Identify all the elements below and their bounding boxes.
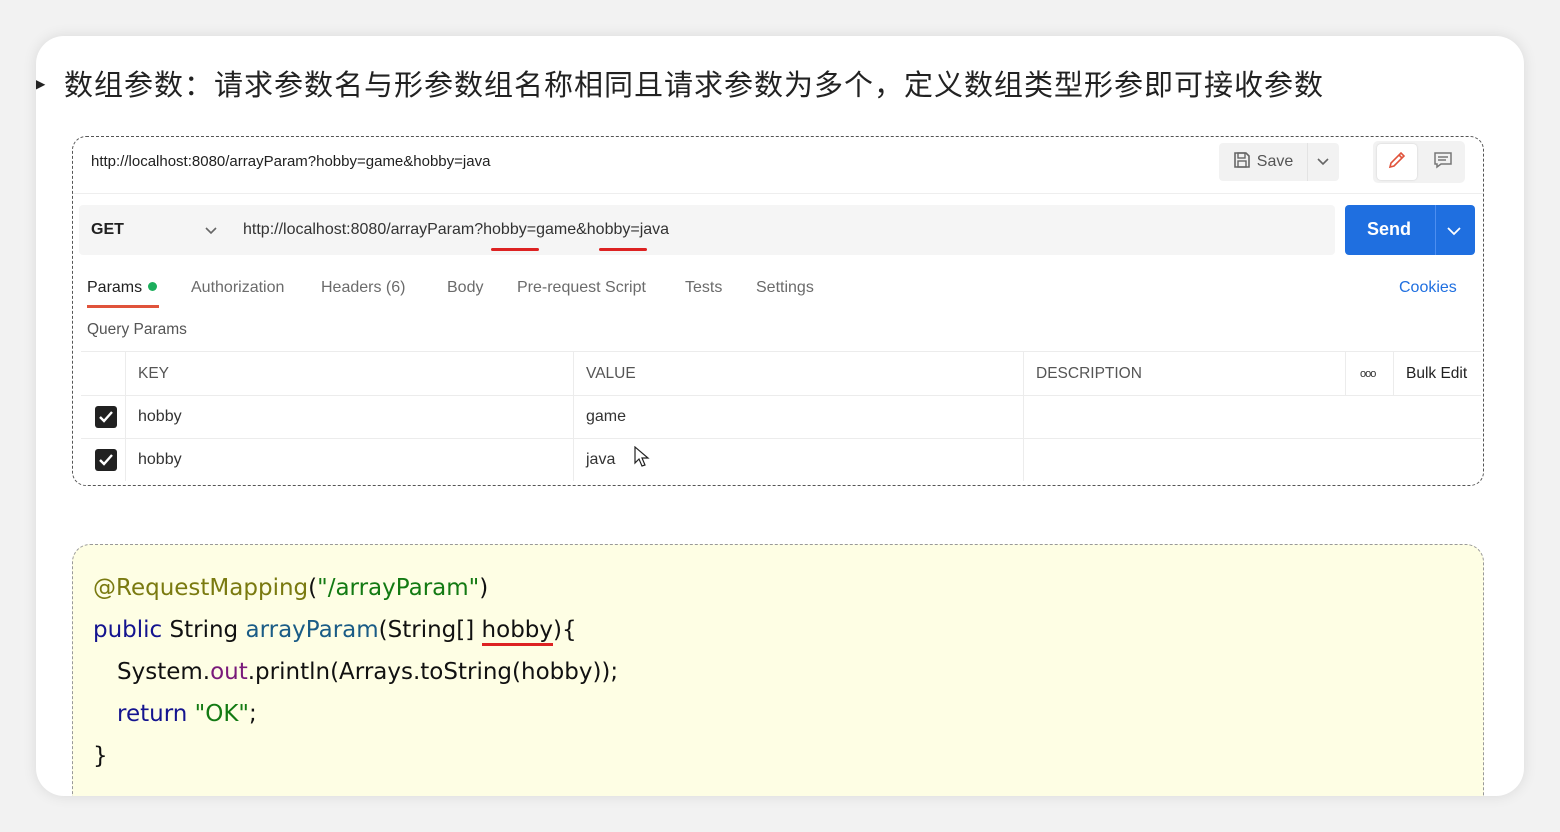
postman-panel: http://localhost:8080/arrayParam?hobby=g… — [72, 136, 1484, 486]
tab-headers[interactable]: Headers (6) — [321, 279, 405, 297]
table-row: hobby game — [81, 395, 1481, 439]
code-keyword: return — [117, 701, 188, 727]
save-options-button[interactable] — [1307, 143, 1339, 181]
code-paren: ( — [308, 575, 318, 601]
row-value: game — [586, 408, 627, 425]
more-horizontal-icon: ooo — [1360, 368, 1376, 380]
code-paren: ) — [479, 575, 489, 601]
url-param-underline — [599, 248, 647, 251]
header-key-label: KEY — [138, 365, 170, 382]
code-args: (String[] — [378, 617, 482, 643]
code-method-name: arrayParam — [245, 617, 379, 643]
send-button[interactable]: Send — [1345, 205, 1475, 255]
tab-params[interactable]: Params — [87, 279, 159, 308]
tab-params-label: Params — [87, 279, 143, 296]
row-value-cell[interactable]: java — [573, 438, 1024, 481]
method-label: GET — [91, 221, 124, 238]
url-text: http://localhost:8080/arrayParam?hobby=g… — [243, 221, 670, 238]
code-line: public String arrayParam(String[] hobby)… — [93, 617, 577, 646]
url-param-underline — [491, 248, 539, 251]
pencil-icon — [1387, 150, 1407, 175]
code-param-name: hobby — [481, 617, 554, 646]
row-value: java — [586, 451, 616, 468]
tab-settings[interactable]: Settings — [756, 279, 814, 297]
code-string: "/arrayParam" — [317, 575, 480, 601]
row-checkbox[interactable] — [95, 449, 117, 471]
code-block: @RequestMapping("/arrayParam") public St… — [72, 544, 1484, 796]
header-description-label: DESCRIPTION — [1036, 365, 1142, 382]
comments-button[interactable] — [1423, 144, 1463, 180]
url-input[interactable]: http://localhost:8080/arrayParam?hobby=g… — [227, 205, 1335, 255]
send-divider — [1435, 205, 1436, 255]
tab-pre-request-script[interactable]: Pre-request Script — [517, 279, 646, 297]
tab-authorization[interactable]: Authorization — [191, 279, 284, 297]
edit-button[interactable] — [1377, 144, 1417, 180]
row-key-cell[interactable]: hobby — [125, 438, 574, 481]
method-select[interactable]: GET — [79, 205, 228, 255]
save-label: Save — [1256, 153, 1294, 170]
chevron-down-icon — [205, 222, 217, 240]
query-params-label: Query Params — [87, 321, 187, 338]
row-description-cell[interactable] — [1023, 395, 1482, 438]
params-active-dot — [148, 282, 158, 291]
tab-body[interactable]: Body — [447, 279, 483, 297]
slide-heading: 数组参数：请求参数名与形参数组名称相同且请求参数为多个，定义数组类型形参即可接收… — [64, 68, 1325, 102]
row-key-cell[interactable]: hobby — [125, 395, 574, 438]
send-label: Send — [1367, 219, 1412, 239]
code-keyword: public — [93, 617, 163, 643]
bulk-edit-button[interactable]: Bulk Edit — [1393, 352, 1482, 395]
comment-icon — [1433, 150, 1453, 175]
code-line: return "OK"; — [117, 701, 257, 727]
code-type: String — [162, 617, 246, 643]
header-key: KEY — [125, 352, 574, 395]
code-field: out — [210, 659, 248, 685]
chevron-down-icon — [1317, 153, 1329, 171]
checkmark-icon — [99, 411, 113, 423]
row-key: hobby — [138, 451, 182, 468]
row-check-cell — [81, 438, 125, 481]
table-header-row: KEY VALUE DESCRIPTION ooo Bulk Edit — [81, 352, 1481, 396]
code-string: "OK" — [187, 701, 249, 727]
header-value-label: VALUE — [586, 365, 636, 382]
save-group: Save — [1219, 143, 1339, 181]
row-checkbox[interactable] — [95, 406, 117, 428]
bulk-edit-label: Bulk Edit — [1406, 365, 1468, 382]
save-button[interactable]: Save — [1219, 143, 1308, 181]
header-description: DESCRIPTION — [1023, 352, 1346, 395]
code-text: System. — [117, 659, 211, 685]
view-mode-group — [1373, 141, 1465, 183]
code-brace: } — [93, 743, 108, 769]
code-annotation: @RequestMapping — [93, 575, 309, 601]
code-text: ; — [248, 701, 257, 727]
checkmark-icon — [99, 454, 113, 466]
bullet-marker: ▶ — [36, 73, 46, 95]
code-line: @RequestMapping("/arrayParam") — [93, 575, 488, 601]
save-icon — [1233, 151, 1251, 174]
active-tab-underline — [87, 305, 159, 308]
code-args-end: ){ — [553, 617, 577, 643]
row-key: hobby — [138, 408, 182, 425]
more-options-button[interactable]: ooo — [1345, 352, 1394, 395]
header-value: VALUE — [573, 352, 1024, 395]
row-description-cell[interactable] — [1023, 438, 1482, 481]
code-line: } — [93, 743, 108, 769]
query-params-table: KEY VALUE DESCRIPTION ooo Bulk Edit hobb… — [81, 351, 1481, 485]
code-text: .println(Arrays.toString(hobby)); — [247, 659, 619, 685]
code-line: System.out.println(Arrays.toString(hobby… — [117, 659, 618, 685]
header-check-cell — [81, 352, 125, 395]
request-tab-bar: http://localhost:8080/arrayParam?hobby=g… — [73, 137, 1483, 194]
mouse-cursor-icon — [634, 446, 650, 467]
chevron-down-icon[interactable] — [1447, 223, 1461, 241]
request-tab-title[interactable]: http://localhost:8080/arrayParam?hobby=g… — [91, 153, 490, 170]
slide: ▶ 数组参数：请求参数名与形参数组名称相同且请求参数为多个，定义数组类型形参即可… — [36, 36, 1524, 796]
row-check-cell — [81, 395, 125, 438]
tab-tests[interactable]: Tests — [685, 279, 722, 297]
cookies-link[interactable]: Cookies — [1399, 279, 1457, 297]
row-value-cell[interactable]: game — [573, 395, 1024, 438]
table-row: hobby java — [81, 438, 1481, 481]
